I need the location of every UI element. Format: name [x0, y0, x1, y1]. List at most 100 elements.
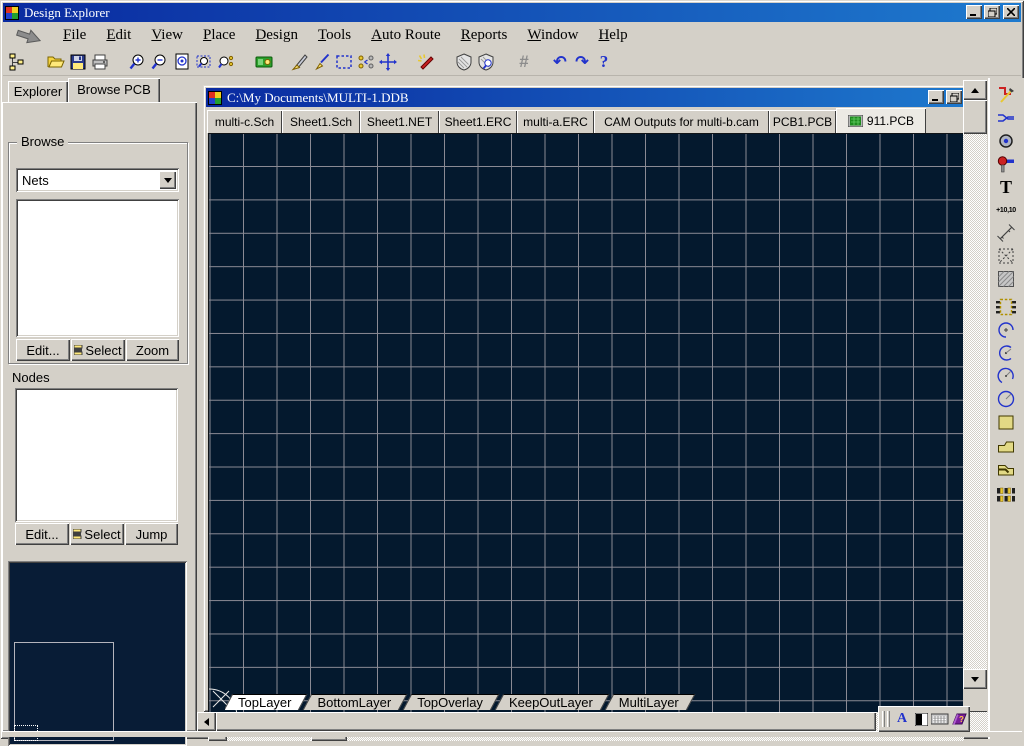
layer-tab-toplayer[interactable]: TopLayer — [225, 694, 304, 710]
interactive-routing-button[interactable] — [993, 85, 1019, 105]
file-tab-sheet1-erc[interactable]: Sheet1.ERC — [439, 110, 517, 133]
scroll-track[interactable] — [963, 100, 987, 669]
nodes-jump-button[interactable]: Jump — [125, 523, 178, 545]
close-button[interactable] — [1003, 5, 1019, 19]
menu-design[interactable]: Design — [245, 25, 308, 47]
place-coordinate-button[interactable]: +10,10 — [993, 200, 1019, 220]
break-track-button[interactable] — [311, 51, 333, 73]
document-titlebar[interactable]: C:\My Documents\MULTI-1.DDB — [206, 88, 984, 107]
file-tab-sheet1-net[interactable]: Sheet1.NET — [360, 110, 439, 133]
browse-library-button[interactable] — [253, 51, 275, 73]
nets-listbox[interactable] — [16, 199, 179, 337]
place-via-button[interactable] — [993, 154, 1019, 174]
place-split-plane-button[interactable] — [993, 458, 1019, 478]
zoom-out-button[interactable] — [149, 51, 171, 73]
doc-restore-button[interactable] — [946, 90, 962, 104]
update-library-button[interactable] — [453, 51, 475, 73]
help-button[interactable]: ? — [593, 51, 615, 73]
tab-explorer[interactable]: Explorer — [8, 81, 68, 102]
select-area-button[interactable] — [333, 51, 355, 73]
move-button[interactable] — [377, 51, 399, 73]
toolbar-grip-handle[interactable] — [887, 711, 890, 727]
menu-grip-icon[interactable] — [15, 28, 45, 44]
file-tab-multi-c-sch[interactable]: multi-c.Sch — [207, 110, 282, 133]
help-book-button[interactable]: ? — [950, 710, 968, 728]
place-fill-button[interactable] — [993, 412, 1019, 432]
nodes-select-button[interactable]: Select — [70, 523, 124, 545]
menu-place[interactable]: Place — [193, 25, 245, 47]
shield-icon — [455, 53, 473, 71]
zoom-area-button[interactable] — [193, 51, 215, 73]
zoom-point-button[interactable] — [215, 51, 237, 73]
place-full-circle-button[interactable] — [993, 389, 1019, 409]
zoom-in-button[interactable] — [127, 51, 149, 73]
toolbar-grip-handle[interactable] — [882, 711, 885, 727]
place-pad-array-button[interactable] — [993, 485, 1019, 505]
layer-tab-topoverlay[interactable]: TopOverlay — [404, 694, 496, 710]
nodes-edit-button[interactable]: Edit... — [15, 523, 69, 545]
nets-select-button[interactable]: Select — [71, 339, 125, 361]
menu-edit[interactable]: Edit — [96, 25, 141, 47]
board-preview-minimap[interactable] — [10, 563, 185, 744]
menu-view[interactable]: View — [141, 25, 193, 47]
place-component-button[interactable] — [993, 297, 1019, 317]
layer-tab-multilayer[interactable]: MultiLayer — [606, 694, 692, 710]
scroll-down-button[interactable] — [963, 669, 987, 689]
wizard-button[interactable] — [415, 51, 437, 73]
scroll-thumb[interactable] — [216, 712, 876, 731]
place-dimension-button[interactable] — [993, 223, 1019, 243]
explorer-panel-toggle-button[interactable] — [7, 51, 29, 73]
nets-zoom-button[interactable]: Zoom — [126, 339, 179, 361]
place-polygon-plane-button[interactable] — [993, 435, 1019, 455]
scroll-up-button[interactable] — [963, 80, 987, 100]
combo-dropdown-button[interactable] — [159, 171, 176, 189]
text-mode-button[interactable]: A — [893, 710, 911, 728]
place-arc-any-angle-button[interactable] — [993, 366, 1019, 386]
menu-help[interactable]: Help — [588, 25, 637, 47]
print-button[interactable] — [89, 51, 111, 73]
doc-minimize-button[interactable] — [928, 90, 944, 104]
browse-mode-combobox[interactable]: Nets — [16, 168, 179, 192]
place-pad-button[interactable] — [993, 131, 1019, 151]
zoom-document-button[interactable] — [171, 51, 193, 73]
undo-button[interactable]: ↶ — [549, 51, 571, 73]
menu-auto-route[interactable]: Auto Route — [361, 25, 451, 47]
toggle-grid-button[interactable]: # — [513, 51, 535, 73]
save-button[interactable] — [67, 51, 89, 73]
file-tab-cam-outputs[interactable]: CAM Outputs for multi-b.cam — [594, 110, 769, 133]
browse-update-library-button[interactable] — [475, 51, 497, 73]
menu-reports[interactable]: Reports — [451, 25, 518, 47]
place-room-button[interactable] — [993, 246, 1019, 266]
place-arc-edge-button[interactable] — [993, 320, 1019, 340]
browse-mode-value[interactable]: Nets — [18, 170, 177, 190]
file-tab-pcb1-pcb[interactable]: PCB1.PCB — [769, 110, 836, 133]
place-arc-center-button[interactable] — [993, 343, 1019, 363]
pcb-editor-canvas[interactable] — [208, 133, 964, 718]
place-string-button[interactable]: T — [993, 177, 1019, 197]
minimize-button[interactable] — [966, 5, 982, 19]
menu-tools[interactable]: Tools — [308, 25, 361, 47]
redo-button[interactable]: ↷ — [571, 51, 593, 73]
place-track-button[interactable] — [993, 108, 1019, 128]
menu-file[interactable]: File — [53, 25, 96, 47]
document-file-tabs: multi-c.Sch Sheet1.Sch Sheet1.NET Sheet1… — [207, 108, 984, 133]
scroll-thumb[interactable] — [963, 100, 987, 134]
restore-button[interactable] — [984, 5, 1000, 19]
open-document-button[interactable] — [45, 51, 67, 73]
file-tab-sheet1-sch[interactable]: Sheet1.Sch — [282, 110, 360, 133]
file-tab-multi-a-erc[interactable]: multi-a.ERC — [517, 110, 594, 133]
tab-browse-pcb[interactable]: Browse PCB — [68, 78, 160, 102]
keyboard-shortcuts-button[interactable] — [931, 710, 949, 728]
layer-tab-keepoutlayer[interactable]: KeepOutLayer — [496, 694, 606, 710]
contrast-toggle-button[interactable] — [912, 710, 930, 728]
nodes-listbox[interactable] — [15, 388, 178, 522]
place-fill-hatched-button[interactable] — [993, 269, 1019, 289]
clear-selection-button[interactable] — [355, 51, 377, 73]
knife-button[interactable] — [289, 51, 311, 73]
nets-edit-button[interactable]: Edit... — [16, 339, 70, 361]
scroll-left-button[interactable] — [197, 712, 216, 731]
file-tab-911-pcb[interactable]: 911.PCB — [836, 108, 926, 133]
menu-window[interactable]: Window — [517, 25, 588, 47]
layer-tab-bottomlayer[interactable]: BottomLayer — [304, 694, 404, 710]
app-titlebar[interactable]: Design Explorer — [3, 3, 1021, 22]
